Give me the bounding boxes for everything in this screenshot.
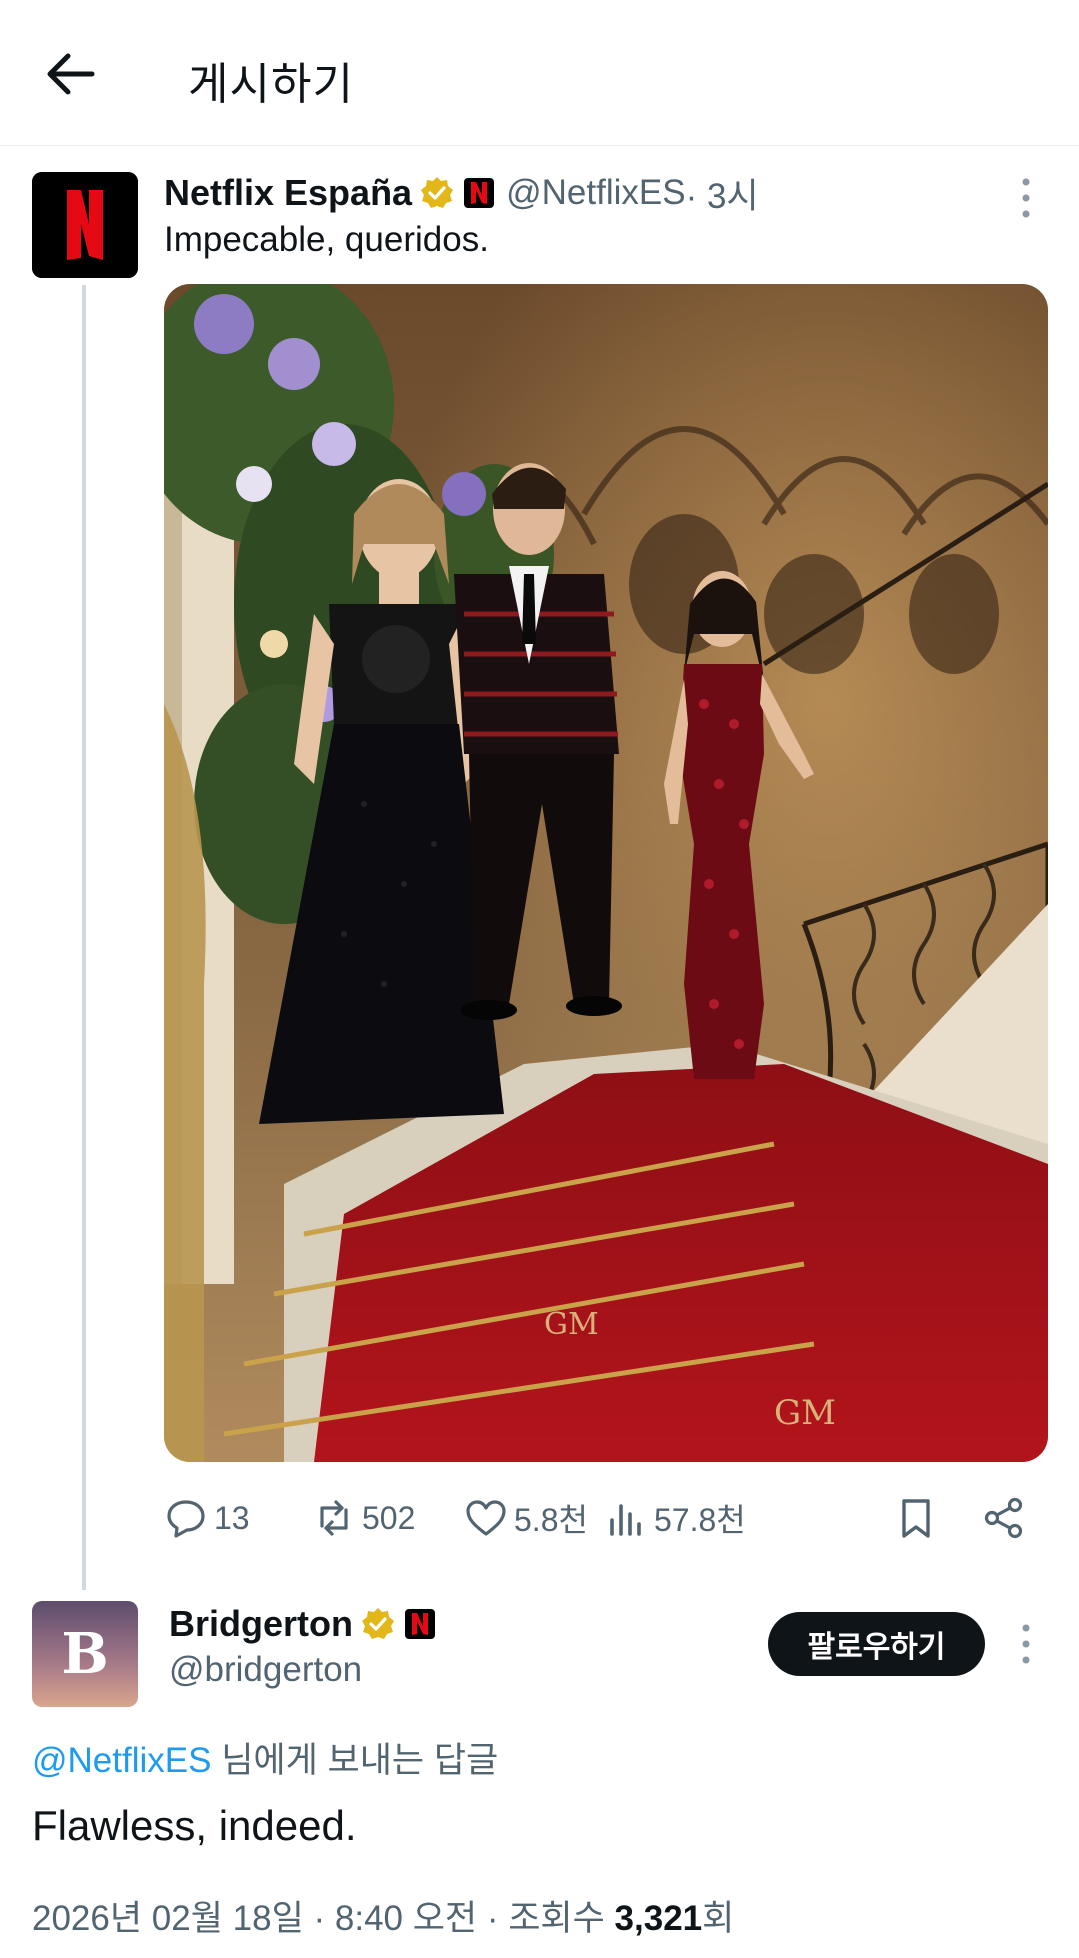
arrow-left-icon[interactable] [44, 50, 96, 98]
svg-text:B: B [61, 1621, 108, 1687]
views-count: 57.8천 [654, 1502, 746, 1538]
verified-badge-icon [421, 177, 454, 208]
page-title: 게시하기 [188, 60, 354, 109]
thread-connector [82, 285, 86, 1590]
reply-text: Flawless, indeed. [32, 1802, 357, 1849]
verified-badge-icon [362, 1608, 394, 1639]
heart-icon [466, 1500, 506, 1536]
reply-icon [167, 1500, 205, 1538]
reply-views-count: 3,321 [614, 1899, 703, 1938]
like-action[interactable]: 5.8천 [464, 1488, 588, 1548]
bridgerton-logo-icon: B [32, 1601, 138, 1707]
repost-icon [320, 1500, 348, 1536]
reply-action[interactable]: 13 [164, 1488, 250, 1548]
affiliate-netflix-icon[interactable] [464, 178, 495, 208]
follow-button[interactable]: 팔로우하기 [768, 1612, 985, 1676]
reply-author-row: Bridgerton [169, 1603, 435, 1645]
svg-text:GM: GM [774, 1393, 836, 1433]
post-author-row: Netflix España @NetflixES · 3시 [164, 168, 759, 218]
replying-to-mention[interactable]: @NetflixES [32, 1741, 211, 1780]
svg-text:GM: GM [544, 1307, 599, 1342]
reply-views-suffix: 회 [702, 1899, 735, 1938]
author-handle[interactable]: @NetflixES [506, 173, 685, 213]
reply-timestamp: 2026년 02월 18일 · 8:40 오전 · 조회수 [32, 1899, 615, 1938]
post-actions: 13 502 5.8천 57.8천 [164, 1488, 1048, 1548]
repost-action[interactable]: 502 [312, 1488, 415, 1548]
more-options-icon[interactable] [1014, 1620, 1038, 1668]
reply-count: 13 [214, 1499, 250, 1536]
replying-to-label: 님에게 보내는 답글 [211, 1741, 499, 1780]
post-image[interactable]: GM GM [164, 284, 1048, 1462]
author-name[interactable]: Netflix España [164, 172, 412, 214]
netflix-logo-icon [32, 172, 138, 278]
avatar[interactable]: B [32, 1601, 138, 1707]
reply-author-name[interactable]: Bridgerton [169, 1603, 353, 1645]
more-options-icon[interactable] [1014, 174, 1038, 222]
post-text: Impecable, queridos. [164, 220, 489, 259]
avatar[interactable] [32, 172, 138, 278]
top-bar [0, 0, 1079, 146]
views-bar-chart-icon [610, 1504, 641, 1536]
like-count: 5.8천 [514, 1502, 588, 1538]
bookmark-icon[interactable] [894, 1488, 938, 1548]
affiliate-netflix-icon[interactable] [405, 1609, 435, 1639]
staircase-photo-illustration: GM GM [164, 284, 1048, 1462]
share-icon[interactable] [982, 1488, 1026, 1548]
repost-count: 502 [362, 1499, 416, 1536]
views-action[interactable]: 57.8천 [604, 1488, 746, 1548]
reply-meta: 2026년 02월 18일 · 8:40 오전 · 조회수 3,321회 [32, 1890, 734, 1941]
reply-author-handle[interactable]: @bridgerton [169, 1650, 362, 1690]
replying-to: @NetflixES 님에게 보내는 답글 [32, 1732, 498, 1783]
post-time: · 3시 [685, 176, 759, 216]
